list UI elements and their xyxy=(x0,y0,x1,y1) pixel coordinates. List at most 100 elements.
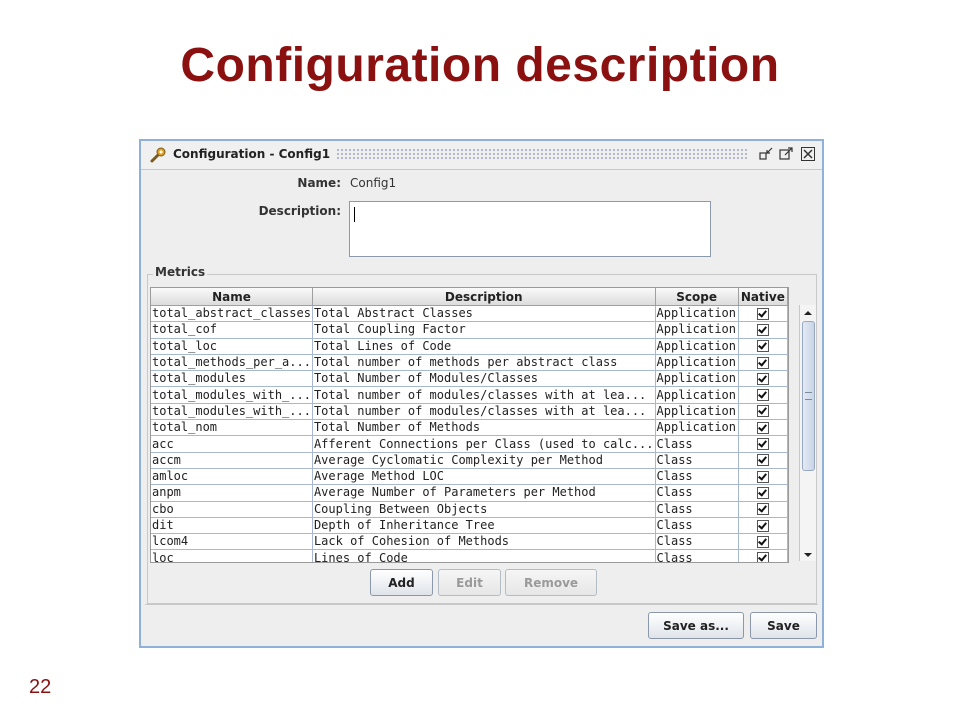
table-row[interactable]: total_methods_per_a... Total number of me… xyxy=(151,354,788,372)
add-button[interactable]: Add xyxy=(370,569,433,596)
table-row[interactable]: total_nom Total Number of Methods Applicat… xyxy=(151,419,788,437)
cell-scope: Class xyxy=(655,517,739,535)
cell-native xyxy=(738,354,788,372)
cell-name: anpm xyxy=(151,484,313,502)
name-value: Config1 xyxy=(350,176,397,190)
maximize-icon[interactable] xyxy=(779,147,793,161)
cell-description: Total Abstract Classes xyxy=(312,305,656,323)
native-checkbox[interactable] xyxy=(756,470,769,483)
cell-name: acc xyxy=(151,435,313,453)
cell-description: Total number of modules/classes with at … xyxy=(312,403,656,421)
cell-native xyxy=(738,321,788,339)
cell-scope: Application xyxy=(655,419,739,437)
cell-description: Depth of Inheritance Tree xyxy=(312,517,656,535)
cell-name: total_abstract_classes xyxy=(151,305,313,323)
scroll-up-icon[interactable] xyxy=(800,305,816,319)
table-row[interactable]: acc Afferent Connections per Class (used … xyxy=(151,435,788,453)
cell-name: cbo xyxy=(151,501,313,518)
cell-native xyxy=(738,338,788,355)
table-row[interactable]: dit Depth of Inheritance Tree Class xyxy=(151,517,788,535)
metrics-table[interactable]: Name Description Scope Native total_abst… xyxy=(150,287,789,563)
native-checkbox[interactable] xyxy=(756,519,769,532)
cell-description: Total Number of Modules/Classes xyxy=(312,370,656,388)
cell-scope: Class xyxy=(655,549,739,562)
native-checkbox[interactable] xyxy=(756,340,769,353)
description-textarea[interactable] xyxy=(349,201,711,257)
slide-number: 22 xyxy=(29,676,52,698)
cell-native xyxy=(738,549,788,562)
table-row[interactable]: total_loc Total Lines of Code Application xyxy=(151,338,788,355)
window-titlebar[interactable]: Configuration - Config1 xyxy=(141,141,822,170)
native-checkbox[interactable] xyxy=(756,323,769,336)
cell-description: Total Coupling Factor xyxy=(312,321,656,339)
cell-name: accm xyxy=(151,452,313,469)
native-checkbox[interactable] xyxy=(756,405,769,418)
cell-name: total_modules_with_... xyxy=(151,386,313,404)
table-row[interactable]: accm Average Cyclomatic Complexity per Me… xyxy=(151,452,788,469)
native-checkbox[interactable] xyxy=(756,438,769,451)
table-row[interactable]: total_abstract_classes Total Abstract Cla… xyxy=(151,305,788,323)
native-checkbox[interactable] xyxy=(756,307,769,320)
name-label: Name: xyxy=(297,176,341,190)
table-row[interactable]: total_modules_with_... Total number of mo… xyxy=(151,403,788,421)
cell-name: total_methods_per_a... xyxy=(151,354,313,372)
native-checkbox[interactable] xyxy=(756,454,769,467)
cell-native xyxy=(738,533,788,551)
close-icon[interactable] xyxy=(801,147,815,161)
cell-scope: Application xyxy=(655,321,739,339)
column-header-description[interactable]: Description xyxy=(312,288,656,306)
native-checkbox[interactable] xyxy=(756,486,769,499)
native-checkbox[interactable] xyxy=(756,356,769,369)
cell-scope: Application xyxy=(655,370,739,388)
cell-name: amloc xyxy=(151,468,313,486)
edit-button[interactable]: Edit xyxy=(438,569,501,596)
scroll-down-icon[interactable] xyxy=(800,547,816,561)
cell-scope: Class xyxy=(655,435,739,453)
native-checkbox[interactable] xyxy=(756,372,769,385)
column-header-native[interactable]: Native xyxy=(738,288,788,306)
save-as-button[interactable]: Save as... xyxy=(648,612,744,639)
cell-scope: Class xyxy=(655,533,739,551)
cell-name: total_modules xyxy=(151,370,313,388)
cell-native xyxy=(738,452,788,469)
table-row[interactable]: total_modules Total Number of Modules/Cla… xyxy=(151,370,788,388)
table-row[interactable]: cbo Coupling Between Objects Class xyxy=(151,501,788,518)
cell-scope: Application xyxy=(655,338,739,355)
native-checkbox[interactable] xyxy=(756,552,769,562)
text-caret xyxy=(354,207,355,222)
remove-button[interactable]: Remove xyxy=(505,569,597,596)
table-row[interactable]: anpm Average Number of Parameters per Met… xyxy=(151,484,788,502)
cell-native xyxy=(738,386,788,404)
cell-description: Coupling Between Objects xyxy=(312,501,656,518)
scrollbar-thumb[interactable] xyxy=(802,321,815,471)
cell-description: Average Method LOC xyxy=(312,468,656,486)
cell-scope: Class xyxy=(655,452,739,469)
table-row[interactable]: total_modules_with_... Total number of mo… xyxy=(151,386,788,404)
table-row[interactable]: amloc Average Method LOC Class xyxy=(151,468,788,486)
save-button[interactable]: Save xyxy=(750,612,817,639)
native-checkbox[interactable] xyxy=(756,503,769,516)
table-row[interactable]: total_cof Total Coupling Factor Applicatio… xyxy=(151,321,788,339)
native-checkbox[interactable] xyxy=(756,535,769,548)
native-checkbox[interactable] xyxy=(756,421,769,434)
titlebar-grip xyxy=(336,148,747,161)
table-vertical-scrollbar[interactable] xyxy=(799,305,816,561)
metrics-legend: Metrics xyxy=(153,265,208,279)
cell-scope: Class xyxy=(655,501,739,518)
cell-description: Total Number of Methods xyxy=(312,419,656,437)
column-header-scope[interactable]: Scope xyxy=(655,288,739,306)
native-checkbox[interactable] xyxy=(756,389,769,402)
minimize-icon[interactable] xyxy=(759,147,773,161)
cell-native xyxy=(738,370,788,388)
cell-description: Total number of modules/classes with at … xyxy=(312,386,656,404)
cell-description: Total number of methods per abstract cla… xyxy=(312,354,656,372)
table-row[interactable]: lcom4 Lack of Cohesion of Methods Class xyxy=(151,533,788,551)
cell-native xyxy=(738,305,788,323)
column-header-name[interactable]: Name xyxy=(151,288,313,306)
cell-description: Afferent Connections per Class (used to … xyxy=(312,435,656,453)
configuration-window: Configuration - Config1 Name: Config1 De… xyxy=(139,139,824,648)
wrench-config-icon xyxy=(149,147,167,163)
cell-description: Lack of Cohesion of Methods xyxy=(312,533,656,551)
cell-native xyxy=(738,435,788,453)
table-row[interactable]: loc Lines of Code Class xyxy=(151,549,788,562)
